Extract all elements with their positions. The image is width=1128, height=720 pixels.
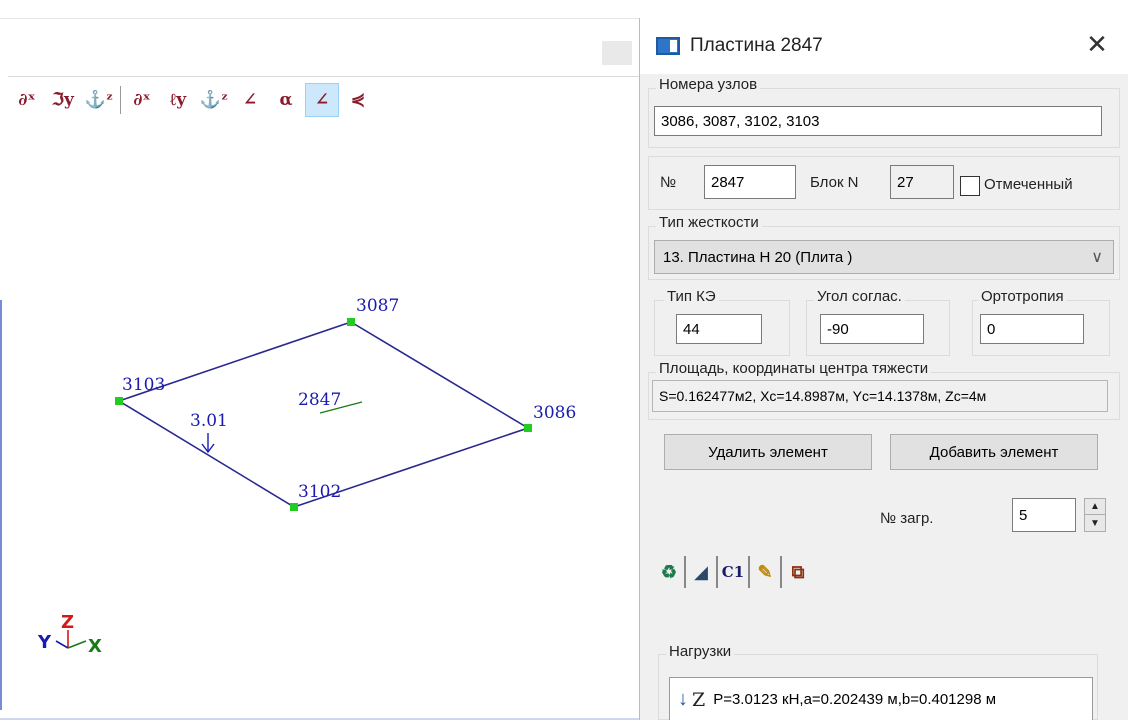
node-3087[interactable] [347,318,355,326]
model-viewport[interactable]: ∂ˣ ℑy ⚓ᶻ ∂ˣ ℓy ⚓ᶻ ∠ α ∠ ⋞ 3087 3103 3086… [0,0,640,720]
delete-element-button[interactable]: Удалить элемент [664,434,872,470]
node-3103[interactable] [115,397,123,405]
tab-edit-icon[interactable]: ✎ [750,556,782,588]
stiffness-type-value: 13. Пластина H 20 (Плита ) [663,248,853,266]
tab-shape-icon[interactable]: ◢ [686,556,718,588]
node-numbers-input[interactable]: 3086, 3087, 3102, 3103 [654,106,1102,136]
axis-x-line [67,640,87,649]
plate-outline[interactable] [117,321,530,508]
plate-properties-dialog: Пластина 2847 ✕ Номера узлов 3086, 3087,… [639,18,1128,720]
loads-list[interactable]: ↓ Z P=3.0123 кН,a=0.202439 м,b=0.401298 … [669,677,1093,720]
load-case-input[interactable]: 5 [1012,498,1076,532]
marked-label: Отмеченный [984,176,1073,193]
load-axis-label: Z [692,688,706,711]
arrow-down-icon: ↓ [678,688,688,710]
spin-down-icon[interactable]: ▼ [1085,515,1105,531]
angle-input[interactable]: -90 [820,314,924,344]
area-group-label: Площадь, координаты центра тяжести [656,360,932,377]
ortho-label: Ортотропия [978,288,1067,305]
dialog-titlebar[interactable]: Пластина 2847 ✕ [640,18,1128,74]
stiffness-group-label: Тип жесткости [656,214,762,231]
node-label-3102: 3102 [298,482,341,502]
stiffness-type-select[interactable]: 13. Пластина H 20 (Плита ) ∨ [654,240,1114,274]
load-value-label: 3.01 [190,411,228,431]
load-item-text: P=3.0123 кН,a=0.202439 м,b=0.401298 м [713,691,997,708]
tab-copy-icon[interactable]: ⧉ [782,556,814,588]
block-number-input[interactable]: 27 [890,165,954,199]
element-label: 2847 [298,390,341,410]
add-element-button[interactable]: Добавить элемент [890,434,1098,470]
node-label-3086: 3086 [533,403,576,423]
tab-properties-icon[interactable]: ♻ [654,556,686,588]
window-icon [656,37,680,55]
load-case-label: № загр. [880,510,934,527]
loads-group-label: Нагрузки [666,643,735,660]
node-3102[interactable] [290,503,298,511]
axis-y-label: Y [37,632,52,653]
chevron-down-icon: ∨ [1091,249,1103,266]
axis-x-label: X [88,636,102,657]
fe-type-input[interactable]: 44 [676,314,762,344]
number-label: № [660,174,677,191]
area-centroid-readout: S=0.162477м2, Xc=14.8987м, Yc=14.1378м, … [652,380,1108,412]
viewport-left-ruler [0,300,6,710]
dialog-title: Пластина 2847 [690,35,823,56]
close-icon[interactable]: ✕ [1082,30,1112,60]
node-label-3103: 3103 [122,375,165,395]
tab-c1-icon[interactable]: C1 [718,556,750,588]
nodes-group-label: Номера узлов [656,76,761,93]
ortho-input[interactable]: 0 [980,314,1084,344]
load-case-spinner[interactable]: ▲ ▼ [1084,498,1106,532]
axis-y-line [55,640,69,649]
axis-z-label: Z [61,612,74,633]
marked-checkbox[interactable] [960,176,980,196]
node-3086[interactable] [524,424,532,432]
fe-type-label: Тип КЭ [664,288,719,305]
node-label-3087: 3087 [356,296,399,316]
dialog-tabstrip: ♻ ◢ C1 ✎ ⧉ [654,554,814,588]
viewport-bottom-ruler [0,714,640,720]
model-canvas[interactable]: 3087 3103 3086 3102 2847 3.01 Z Y X [0,0,640,720]
spin-up-icon[interactable]: ▲ [1085,499,1105,515]
block-label: Блок N [810,174,859,191]
element-number-input[interactable]: 2847 [704,165,796,199]
angle-label: Угол соглас. [814,288,905,305]
loads-group: ↓ Z P=3.0123 кН,a=0.202439 м,b=0.401298 … [658,654,1098,720]
